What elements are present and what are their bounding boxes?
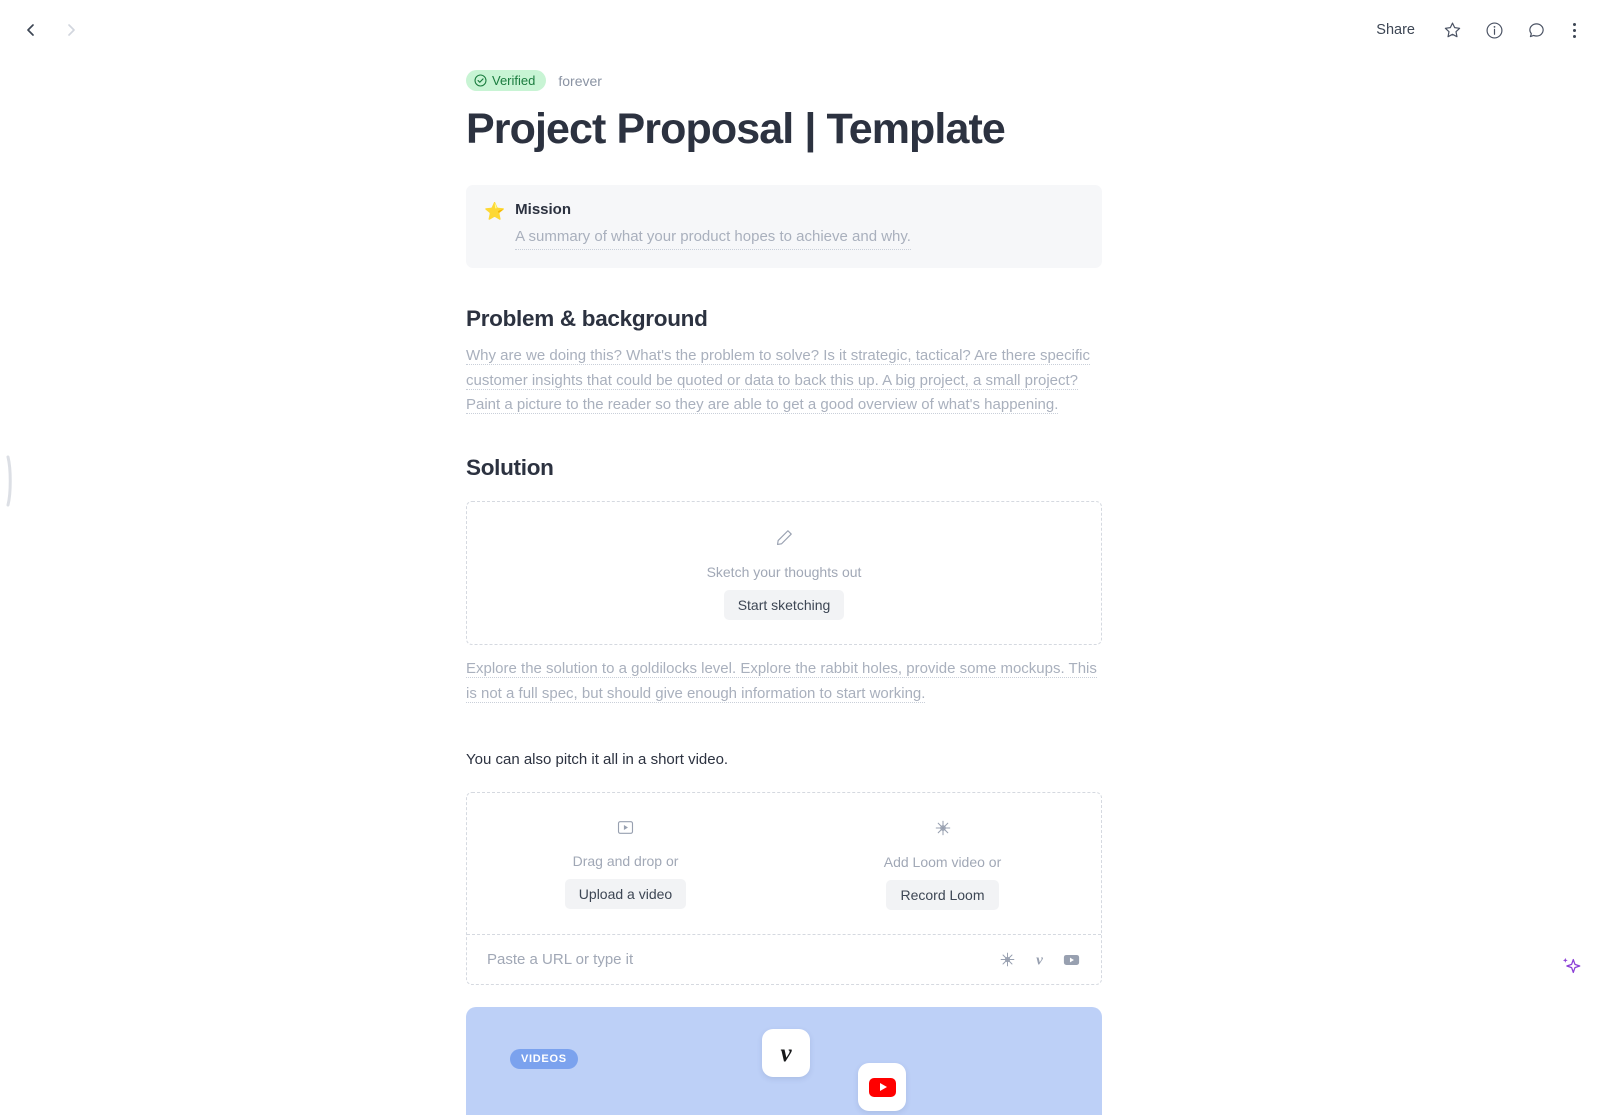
problem-placeholder[interactable]: Why are we doing this? What's the proble…: [466, 347, 1090, 414]
info-button[interactable]: [1483, 19, 1505, 41]
solution-placeholder[interactable]: Explore the solution to a goldilocks lev…: [466, 660, 1097, 702]
info-circle-icon: [1485, 21, 1504, 40]
chevron-left-icon: [23, 22, 39, 38]
upload-video-button[interactable]: Upload a video: [565, 879, 686, 909]
more-options-button[interactable]: [1567, 21, 1582, 40]
video-url-input[interactable]: Paste a URL or type it: [487, 951, 998, 968]
start-sketching-button[interactable]: Start sketching: [724, 590, 845, 620]
sidebar-handle-icon: [5, 455, 15, 507]
page-title[interactable]: Project Proposal | Template: [466, 105, 1102, 153]
forward-button[interactable]: [58, 17, 84, 43]
video-intro-text[interactable]: You can also pitch it all in a short vid…: [466, 748, 1102, 772]
callout-heading: Mission: [515, 201, 1082, 218]
vimeo-tile[interactable]: v: [762, 1029, 810, 1077]
videos-banner[interactable]: VIDEOS v: [466, 1007, 1102, 1115]
video-service-icons: v: [998, 950, 1081, 969]
expiry-label: forever: [558, 73, 602, 89]
star-outline-icon: [1443, 21, 1462, 40]
sidebar-resize-handle[interactable]: [5, 455, 15, 507]
video-play-box-icon: [617, 819, 634, 841]
problem-paragraph: Why are we doing this? What's the proble…: [466, 344, 1102, 417]
sparkle-icon: [1560, 955, 1582, 977]
video-url-row[interactable]: Paste a URL or type it v: [467, 934, 1101, 984]
record-loom-button[interactable]: Record Loom: [886, 880, 998, 910]
vimeo-icon[interactable]: v: [1030, 950, 1049, 969]
loom-icon[interactable]: [998, 950, 1017, 969]
kebab-dot: [1573, 35, 1576, 38]
solution-paragraph: Explore the solution to a goldilocks lev…: [466, 657, 1102, 706]
ai-assistant-button[interactable]: [1560, 955, 1582, 982]
kebab-dot: [1573, 29, 1576, 32]
loom-icon: [934, 819, 952, 842]
kebab-dot: [1573, 23, 1576, 26]
mission-placeholder[interactable]: A summary of what your product hopes to …: [515, 225, 911, 250]
video-dropzone-columns: Drag and drop or Upload a video Add Loom…: [467, 793, 1101, 934]
check-circle-icon: [474, 74, 487, 87]
comment-bubble-icon: [1527, 21, 1546, 40]
document-meta: Verified forever: [466, 70, 1102, 91]
share-button[interactable]: Share: [1370, 18, 1421, 42]
svg-text:v: v: [1036, 951, 1043, 968]
videos-badge: VIDEOS: [510, 1049, 578, 1069]
toolbar-actions: Share: [1370, 18, 1582, 42]
favorite-button[interactable]: [1441, 19, 1463, 41]
star-emoji: ⭐: [484, 201, 505, 250]
youtube-tile[interactable]: [858, 1063, 906, 1111]
section-heading-solution[interactable]: Solution: [466, 455, 1102, 481]
back-button[interactable]: [18, 17, 44, 43]
mission-callout[interactable]: ⭐ Mission A summary of what your product…: [466, 185, 1102, 268]
section-heading-problem[interactable]: Problem & background: [466, 306, 1102, 332]
status-badge: Verified: [466, 70, 546, 91]
chevron-right-icon: [63, 22, 79, 38]
sketch-label: Sketch your thoughts out: [707, 564, 862, 580]
svg-text:v: v: [780, 1040, 792, 1067]
youtube-icon: [869, 1078, 896, 1097]
video-embed-block: Drag and drop or Upload a video Add Loom…: [466, 792, 1102, 985]
youtube-icon[interactable]: [1062, 950, 1081, 969]
comments-button[interactable]: [1525, 19, 1547, 41]
pencil-icon: [775, 528, 794, 552]
upload-video-dropzone[interactable]: Drag and drop or Upload a video: [467, 793, 784, 934]
loom-dropzone[interactable]: Add Loom video or Record Loom: [784, 793, 1101, 934]
document-body: Verified forever Project Proposal | Temp…: [466, 0, 1102, 1115]
upload-label: Drag and drop or: [573, 853, 679, 869]
navigation-arrows: [18, 17, 84, 43]
vimeo-icon: v: [771, 1038, 801, 1068]
sketch-dropzone[interactable]: Sketch your thoughts out Start sketching: [466, 501, 1102, 645]
callout-content: Mission A summary of what your product h…: [515, 201, 1082, 250]
loom-label: Add Loom video or: [884, 854, 1002, 870]
verified-label: Verified: [492, 73, 535, 88]
